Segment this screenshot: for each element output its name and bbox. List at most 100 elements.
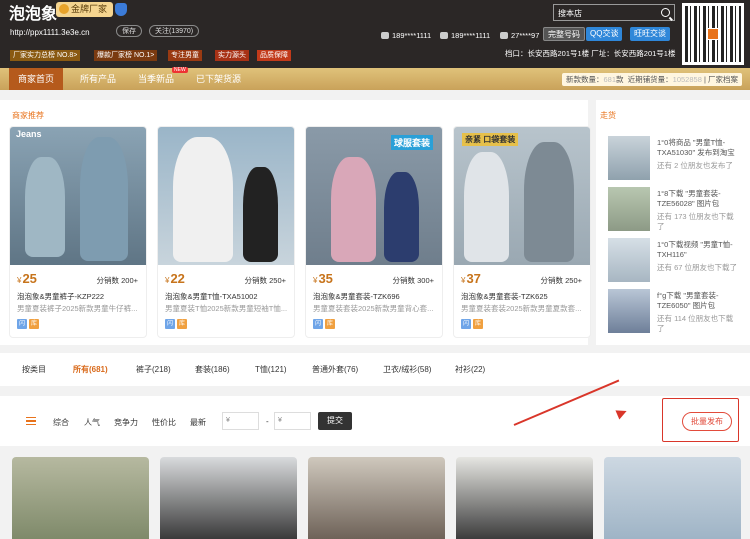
nav-shop-home[interactable]: 商家首页 [9, 68, 64, 90]
shop-search[interactable]: 搜本店 [553, 4, 675, 21]
submit-filter-button[interactable]: 提交 [318, 412, 352, 430]
tab-jackets[interactable]: 普通外套(76) [312, 364, 358, 375]
recent-label: 近期铺货量： [627, 75, 673, 84]
product-title[interactable]: 泡泡象&男童T恤-TXA51002 [165, 291, 291, 302]
hot-item-text: 1°8下载 "男童套装-TZE56028" 图片包 [657, 189, 721, 208]
price-max-input[interactable]: ¥ [274, 412, 311, 430]
batch-publish-button[interactable]: 批量发布 [682, 412, 732, 431]
hot-thumb [608, 187, 650, 231]
shop-address: 档口：长安西路201号1楼 厂址：长安西路201号1楼 [505, 49, 676, 58]
grid-product-image[interactable] [604, 457, 741, 539]
sort-value[interactable]: 性价比 [152, 417, 176, 428]
hot-title: 走货 [600, 111, 616, 120]
tab-tshirts[interactable]: T恤(121) [255, 364, 287, 375]
hot-thumb [608, 289, 650, 333]
medal-icon [59, 4, 69, 14]
product-image[interactable]: 亲紧 口袋套装 [454, 127, 590, 265]
gold-badge-label: 金牌厂家 [71, 4, 108, 14]
product-card[interactable]: ¥22 分销数 250+ 泡泡象&男童T恤-TXA51002 男童夏装T恤202… [157, 126, 295, 338]
hot-item[interactable]: 1°8下载 "男童套装-TZE56028" 图片包 还有 173 位朋友也下载了 [599, 187, 740, 231]
stock-chip: 库 [473, 319, 483, 329]
flash-chip: 闪 [165, 319, 175, 329]
shop-header: 泡泡象 金牌厂家 http://ppx1111.3e3e.cn 保存 关注(13… [0, 0, 750, 68]
product-price: ¥37 [461, 271, 481, 286]
count-unit: 款 [616, 75, 624, 84]
factory-profile-link[interactable]: 厂家档案 [708, 75, 738, 84]
wangwang-chat-button[interactable]: 旺旺交谈 [630, 27, 670, 41]
flash-chip: 闪 [17, 319, 27, 329]
tab-by-category[interactable]: 按类目 [22, 364, 46, 375]
tag-quality: 品质保障 [257, 50, 291, 61]
phone-contact: 189****1111 [440, 31, 490, 40]
hot-item[interactable]: f°g下载 "男童套装-TZE6050" 图片包 还有 114 位朋友也下载了 [599, 289, 740, 333]
sort-popularity[interactable]: 人气 [84, 417, 100, 428]
save-button[interactable]: 保存 [116, 25, 142, 37]
qr-code [682, 3, 744, 65]
tab-sweatshirts[interactable]: 卫衣/绒衫(58) [383, 364, 431, 375]
sort-competitiveness[interactable]: 竞争力 [114, 417, 138, 428]
shop-url[interactable]: http://ppx1111.3e3e.cn [10, 28, 90, 37]
sort-overall[interactable]: 综合 [53, 417, 69, 428]
distribution-count: 分销数 250+ [540, 276, 582, 285]
phone-icon [440, 32, 448, 39]
search-icon[interactable] [661, 8, 670, 17]
stock-chip: 库 [177, 319, 187, 329]
price-min-input[interactable]: ¥ [222, 412, 259, 430]
image-banner: 球服套装 [391, 135, 434, 150]
stock-chip: 库 [325, 319, 335, 329]
stock-chip: 库 [29, 319, 39, 329]
gold-manufacturer-badge: 金牌厂家 [56, 2, 114, 17]
product-title[interactable]: 泡泡象&男童裤子-KZP222 [17, 291, 143, 302]
tag-rank-hot[interactable]: 爆款厂家榜 NO.1> [94, 50, 158, 61]
tab-shirts[interactable]: 衬衫(22) [455, 364, 485, 375]
filter-bar: 综合 人气 竞争力 性价比 最新 ¥ - ¥ 提交 [0, 396, 750, 446]
tag-source: 实力源头 [215, 50, 249, 61]
distribution-count: 分销数 200+ [96, 276, 138, 285]
menu-icon[interactable] [26, 417, 36, 425]
tag-focus-boys: 专注男童 [168, 50, 202, 61]
product-title[interactable]: 泡泡象&男童套装-TZK625 [461, 291, 587, 302]
product-image[interactable] [158, 127, 294, 265]
hot-item[interactable]: 1°0将商品 "男童T恤-TXA51030" 发布到淘宝 还有 2 位朋友也发布… [599, 136, 740, 180]
product-price: ¥35 [313, 271, 333, 286]
hot-item-text: f°g下载 "男童套装-TZE6050" 图片包 [657, 291, 719, 310]
hot-item[interactable]: 1°0下载视频 "男童T恤-TXH116" 还有 67 位朋友也下载了 [599, 238, 740, 282]
new-count-label: 新款数量： [565, 75, 604, 84]
hot-thumb [608, 136, 650, 180]
product-card[interactable]: Jeans ¥25 分销数 200+ 泡泡象&男童裤子-KZP222 男童夏装裤… [9, 126, 147, 338]
product-desc: 男童夏装套装2025新款男童背心套... [313, 304, 434, 313]
product-image[interactable]: 球服套装 [306, 127, 442, 265]
complete-number-button[interactable]: 完整号码 [543, 27, 585, 41]
nav-delisted[interactable]: 已下架货源 [196, 68, 241, 90]
product-card[interactable]: 球服套装 ¥35 分销数 300+ 泡泡象&男童套装-TZK696 男童夏装套装… [305, 126, 443, 338]
shop-name: 泡泡象 [9, 6, 58, 23]
product-card[interactable]: 亲紧 口袋套装 ¥37 分销数 250+ 泡泡象&男童套装-TZK625 男童夏… [453, 126, 591, 338]
tab-sets[interactable]: 套装(186) [195, 364, 230, 375]
distribution-count: 分销数 250+ [244, 276, 286, 285]
recent-value: 1052858 [672, 75, 702, 84]
image-banner: 亲紧 口袋套装 [462, 133, 519, 146]
grid-product-image[interactable] [456, 457, 593, 539]
grid-product-image[interactable] [308, 457, 445, 539]
tab-pants[interactable]: 裤子(218) [136, 364, 171, 375]
recommend-title: 商家推荐 [12, 111, 44, 120]
search-input[interactable]: 搜本店 [558, 8, 582, 19]
tab-all[interactable]: 所有(681) [73, 364, 108, 375]
hot-item-subtext: 还有 114 位朋友也下载了 [657, 314, 734, 333]
wechat-icon [381, 32, 389, 39]
shop-nav: 商家首页 所有产品 当季新品 NEW 已下架货源 新款数量：681款 近期铺货量… [0, 67, 750, 90]
follow-button[interactable]: 关注(13970) [149, 25, 200, 37]
sort-newest[interactable]: 最新 [190, 417, 206, 428]
qq-chat-button[interactable]: QQ交谈 [586, 27, 623, 41]
product-price: ¥25 [17, 271, 37, 286]
tag-rank-total[interactable]: 厂家实力总榜 NO.8> [10, 50, 81, 61]
qq-contact: 27****97 [500, 31, 539, 40]
product-title[interactable]: 泡泡象&男童套装-TZK696 [313, 291, 439, 302]
hot-item-subtext: 还有 2 位朋友也发布了 [657, 161, 733, 170]
nav-season-new[interactable]: 当季新品 [138, 68, 174, 90]
nav-all-products[interactable]: 所有产品 [80, 68, 116, 90]
grid-product-image[interactable] [160, 457, 297, 539]
product-image[interactable]: Jeans [10, 127, 146, 265]
product-desc: 男童夏装T恤2025新款男童短袖T恤... [165, 304, 288, 313]
grid-product-image[interactable] [12, 457, 149, 539]
